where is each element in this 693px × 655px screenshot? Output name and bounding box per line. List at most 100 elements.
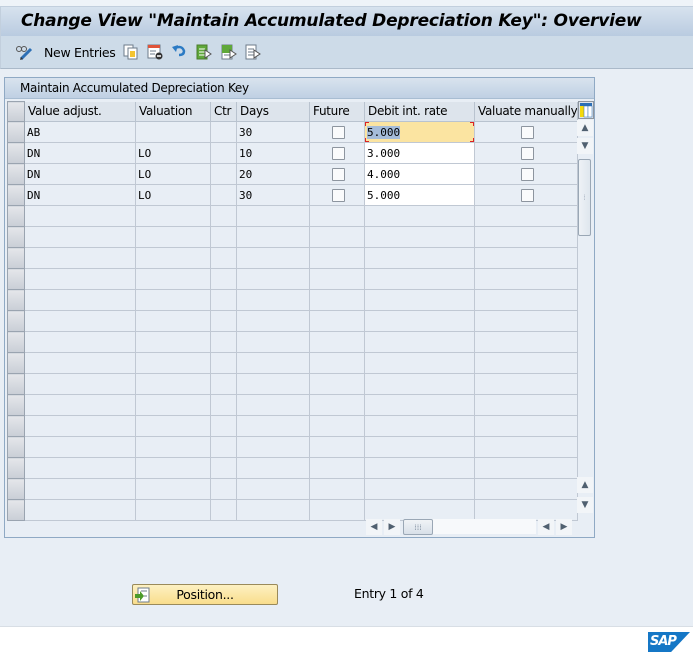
cell-future bbox=[309, 121, 365, 143]
row-selector[interactable] bbox=[7, 142, 25, 164]
scroll-left-button[interactable]: ◀ bbox=[366, 519, 382, 535]
cell-debit-int-rate[interactable]: 4.000 bbox=[364, 163, 475, 185]
cell-valuate-manually bbox=[474, 142, 579, 164]
valuate-manually-checkbox[interactable] bbox=[520, 167, 534, 181]
scroll-right-end-button[interactable]: ▶ bbox=[556, 519, 572, 535]
empty-cell bbox=[135, 373, 211, 395]
empty-cell bbox=[309, 268, 365, 290]
empty-cell bbox=[210, 478, 237, 500]
empty-cell bbox=[236, 352, 310, 374]
scroll-down-button[interactable]: ▼ bbox=[577, 138, 593, 154]
status-bar: SAP bbox=[0, 626, 693, 655]
empty-cell bbox=[236, 499, 310, 521]
column-header-valuate-manually[interactable]: Valuate manually bbox=[474, 101, 579, 122]
future-checkbox[interactable] bbox=[331, 167, 345, 181]
page-title: Change View "Maintain Accumulated Deprec… bbox=[21, 11, 642, 31]
row-selector[interactable] bbox=[7, 373, 25, 395]
empty-cell bbox=[364, 268, 475, 290]
scroll-page-down-button[interactable]: ▼ bbox=[577, 497, 593, 513]
valuate-manually-checkbox[interactable] bbox=[520, 125, 534, 139]
row-selector[interactable] bbox=[7, 394, 25, 416]
future-checkbox[interactable] bbox=[331, 125, 345, 139]
empty-cell bbox=[236, 268, 310, 290]
column-header-debit-int-rate[interactable]: Debit int. rate bbox=[364, 101, 475, 122]
horizontal-scrollbar[interactable]: ◀ ▶ ⁞⁞⁞ ◀ ▶ bbox=[366, 519, 576, 535]
debit-int-rate-input[interactable]: 5.000 bbox=[367, 125, 401, 139]
row-selector[interactable] bbox=[7, 415, 25, 437]
delete-button[interactable] bbox=[147, 43, 163, 61]
column-header-ctr[interactable]: Ctr bbox=[210, 101, 237, 122]
scroll-right-button[interactable]: ▶ bbox=[384, 519, 400, 535]
vertical-scroll-thumb[interactable]: ⁞ bbox=[578, 159, 591, 236]
row-selector[interactable] bbox=[7, 478, 25, 500]
vertical-scrollbar[interactable]: ▲ ▼ ⁞ ▲ ▼ bbox=[577, 120, 593, 517]
column-header-future[interactable]: Future bbox=[309, 101, 365, 122]
valuate-manually-checkbox[interactable] bbox=[520, 146, 534, 160]
row-selector[interactable] bbox=[7, 352, 25, 374]
row-selector[interactable] bbox=[7, 247, 25, 269]
row-selector[interactable] bbox=[7, 331, 25, 353]
empty-cell bbox=[309, 394, 365, 416]
empty-cell bbox=[135, 331, 211, 353]
column-header-valuation[interactable]: Valuation bbox=[135, 101, 211, 122]
new-entries-button[interactable]: New Entries bbox=[44, 43, 116, 61]
row-selector[interactable] bbox=[7, 226, 25, 248]
empty-cell bbox=[474, 268, 579, 290]
row-selector[interactable] bbox=[7, 163, 25, 185]
empty-cell bbox=[364, 373, 475, 395]
empty-table-row bbox=[7, 394, 579, 416]
row-selector[interactable] bbox=[7, 457, 25, 479]
empty-cell bbox=[364, 415, 475, 437]
empty-cell bbox=[364, 289, 475, 311]
copy-button[interactable] bbox=[123, 43, 139, 61]
row-selector[interactable] bbox=[7, 121, 25, 143]
horizontal-scroll-thumb[interactable]: ⁞⁞⁞ bbox=[403, 519, 433, 535]
future-checkbox[interactable] bbox=[331, 146, 345, 160]
position-button[interactable]: Position... bbox=[132, 584, 278, 605]
empty-cell bbox=[135, 268, 211, 290]
display-change-button[interactable] bbox=[15, 43, 33, 61]
table-row: DN LO 10 3.000 bbox=[7, 142, 579, 164]
row-selector[interactable] bbox=[7, 205, 25, 227]
cell-value-adjust: DN bbox=[24, 163, 136, 185]
column-header-value-adjust[interactable]: Value adjust. bbox=[24, 101, 136, 122]
empty-cell bbox=[309, 310, 365, 332]
empty-cell bbox=[309, 226, 365, 248]
select-block-button[interactable] bbox=[221, 43, 237, 61]
cell-valuation: LO bbox=[135, 163, 211, 185]
empty-cell bbox=[309, 436, 365, 458]
cell-ctr bbox=[210, 121, 237, 143]
scroll-page-up-button[interactable]: ▲ bbox=[577, 477, 593, 493]
cell-value-adjust: DN bbox=[24, 184, 136, 206]
empty-cell bbox=[210, 331, 237, 353]
select-all-rows-button[interactable] bbox=[7, 101, 25, 122]
cell-debit-int-rate[interactable]: 5.000 bbox=[364, 121, 475, 143]
empty-cell bbox=[236, 205, 310, 227]
row-selector[interactable] bbox=[7, 289, 25, 311]
cell-value-adjust: DN bbox=[24, 142, 136, 164]
empty-cell bbox=[135, 205, 211, 227]
cell-debit-int-rate[interactable]: 3.000 bbox=[364, 142, 475, 164]
row-selector[interactable] bbox=[7, 268, 25, 290]
sap-logo: SAP bbox=[648, 632, 690, 652]
valuate-manually-checkbox[interactable] bbox=[520, 188, 534, 202]
empty-cell bbox=[135, 394, 211, 416]
arrow-up-icon: ▲ bbox=[581, 480, 589, 490]
arrow-down-icon: ▼ bbox=[581, 500, 589, 510]
row-selector[interactable] bbox=[7, 310, 25, 332]
future-checkbox[interactable] bbox=[331, 188, 345, 202]
scroll-left-end-button[interactable]: ◀ bbox=[538, 519, 554, 535]
column-settings-button[interactable] bbox=[578, 101, 594, 119]
deselect-all-button[interactable] bbox=[245, 43, 261, 61]
empty-cell bbox=[474, 226, 579, 248]
empty-cell bbox=[236, 436, 310, 458]
cell-debit-int-rate[interactable]: 5.000 bbox=[364, 184, 475, 206]
row-selector[interactable] bbox=[7, 499, 25, 521]
row-selector[interactable] bbox=[7, 436, 25, 458]
scroll-up-button[interactable]: ▲ bbox=[577, 120, 593, 136]
empty-cell bbox=[210, 436, 237, 458]
select-all-button[interactable] bbox=[196, 43, 212, 61]
undo-button[interactable] bbox=[171, 43, 187, 61]
column-header-days[interactable]: Days bbox=[236, 101, 310, 122]
row-selector[interactable] bbox=[7, 184, 25, 206]
